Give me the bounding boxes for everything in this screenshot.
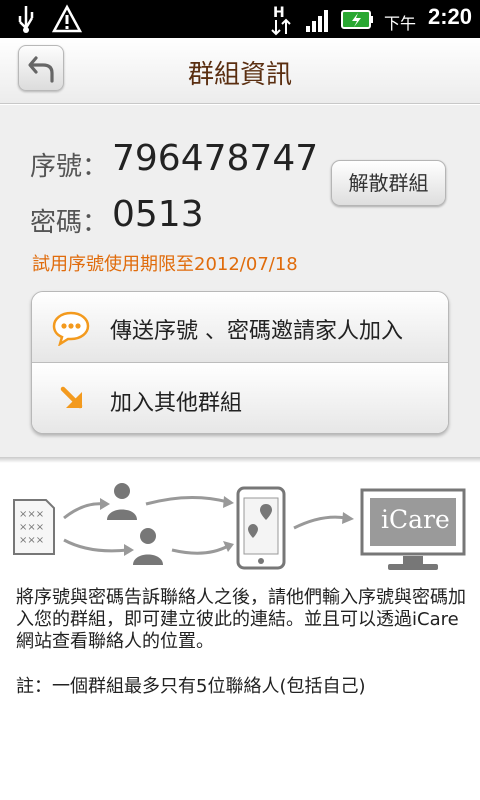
panel-divider [0, 457, 480, 463]
svg-text:H: H [273, 5, 285, 21]
person-icon [107, 483, 137, 520]
send-invite-button[interactable]: 傳送序號 、密碼邀請家人加入 [32, 292, 448, 363]
svg-text:×××: ××× [19, 509, 44, 520]
phone-map-icon [236, 486, 286, 570]
serial-value: 796478747 [112, 138, 319, 179]
send-invite-label: 傳送序號 、密碼邀請家人加入 [110, 319, 403, 344]
join-other-group-label: 加入其他群組 [110, 391, 243, 416]
title-bar: 群組資訊 [0, 38, 480, 104]
signal-icon [304, 4, 334, 38]
usb-icon [14, 4, 38, 38]
person-icon [133, 528, 163, 565]
page-title: 群組資訊 [187, 60, 292, 90]
how-it-works-illustration: ××× ××× ××× iCare [10, 478, 472, 578]
warning-icon [51, 4, 83, 38]
icare-logo: iCare [381, 505, 450, 534]
serial-label: 序號： [30, 152, 109, 182]
hspa-data-icon: H [270, 4, 292, 40]
limit-note: 註：一個群組最多只有5位聯絡人(包括自己) [16, 676, 366, 697]
status-ampm: 下午 [383, 14, 416, 33]
svg-text:×××: ××× [19, 522, 44, 533]
battery-charging-icon [340, 4, 376, 38]
chat-bubble-icon [52, 310, 90, 350]
keypad-card-icon: ××× ××× ××× [13, 499, 55, 555]
dissolve-group-button[interactable]: 解散群組 [331, 160, 446, 206]
arrow-down-right-icon [58, 384, 88, 418]
join-other-group-button[interactable]: 加入其他群組 [32, 364, 448, 433]
action-list: 傳送序號 、密碼邀請家人加入 加入其他群組 [31, 291, 449, 434]
status-bar: H 下午 2:20 [0, 0, 480, 38]
instruction-text: 將序號與密碼告訴聯絡人之後，請他們輸入序號與密碼加入您的群組，即可建立彼此的連結… [16, 587, 466, 652]
password-label: 密碼： [30, 208, 109, 238]
status-time: 2:20 [427, 4, 472, 29]
svg-text:×××: ××× [19, 535, 44, 546]
password-value: 0513 [112, 194, 204, 235]
trial-notice: 試用序號使用期限至2012/07/18 [32, 254, 298, 275]
